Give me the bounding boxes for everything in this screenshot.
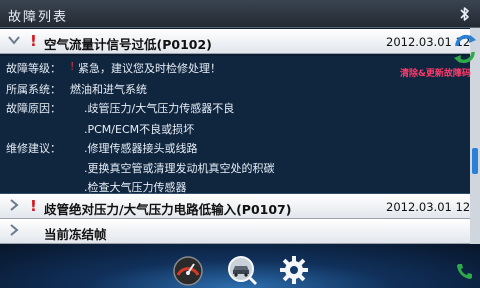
fault-level-label: 故障等级： xyxy=(6,62,61,75)
cause-item: .PCM/ECM不良或损坏 xyxy=(84,123,195,136)
clear-refresh-button[interactable]: 清除&更新故障码 xyxy=(400,66,471,79)
title-bar: 故障列表 xyxy=(0,0,480,28)
chevron-right-icon[interactable] xyxy=(8,224,20,238)
advice-item: .检查大气压力传感器 xyxy=(84,181,187,194)
freeze-frame-title: 当前冻结帧 xyxy=(44,227,107,242)
system-label: 所属系统： xyxy=(6,83,61,96)
alert-icon: ! xyxy=(30,32,37,50)
car-search-icon[interactable] xyxy=(226,254,258,286)
scrollbar-thumb[interactable] xyxy=(472,148,478,174)
bluetooth-icon xyxy=(460,7,469,21)
advice-item: .修理传感器接头或线路 xyxy=(84,142,198,155)
advice-label: 维修建议： xyxy=(6,142,61,155)
urgent-mark-icon: ! xyxy=(70,60,75,73)
cause-label: 故障原因： xyxy=(6,102,61,115)
fault-time: 2012.03.01 12:30 xyxy=(386,200,480,214)
advice-item: .更换真空管或清理发动机真空处的积碳 xyxy=(84,162,275,175)
fault-title: 空气流量计信号过低(P0102) xyxy=(44,37,212,52)
freeze-frame-row[interactable]: 当前冻结帧 xyxy=(0,219,470,244)
speedometer-icon[interactable] xyxy=(172,254,204,286)
chevron-right-icon[interactable] xyxy=(8,199,20,213)
fault-level-value: 紧急，建议您及时检修处理！ xyxy=(78,62,221,75)
fault-title: 歧管绝对压力/大气压力电路低输入(P0107) xyxy=(44,202,292,217)
bottom-toolbar xyxy=(0,244,480,288)
alert-icon: ! xyxy=(30,197,37,215)
gear-icon[interactable] xyxy=(278,254,310,286)
system-value: 燃油和进气系统 xyxy=(70,83,147,96)
cause-item: .歧管压力/大气压力传感器不良 xyxy=(84,102,235,115)
chevron-down-icon[interactable] xyxy=(8,34,20,48)
fault-row-p0102[interactable]: ! 空气流量计信号过低(P0102) 2012.03.01 12:30 xyxy=(0,29,480,54)
phone-icon[interactable] xyxy=(456,262,474,280)
page-title: 故障列表 xyxy=(8,10,69,25)
fault-row-p0107[interactable]: ! 歧管绝对压力/大气压力电路低输入(P0107) 2012.03.01 12:… xyxy=(0,194,480,219)
